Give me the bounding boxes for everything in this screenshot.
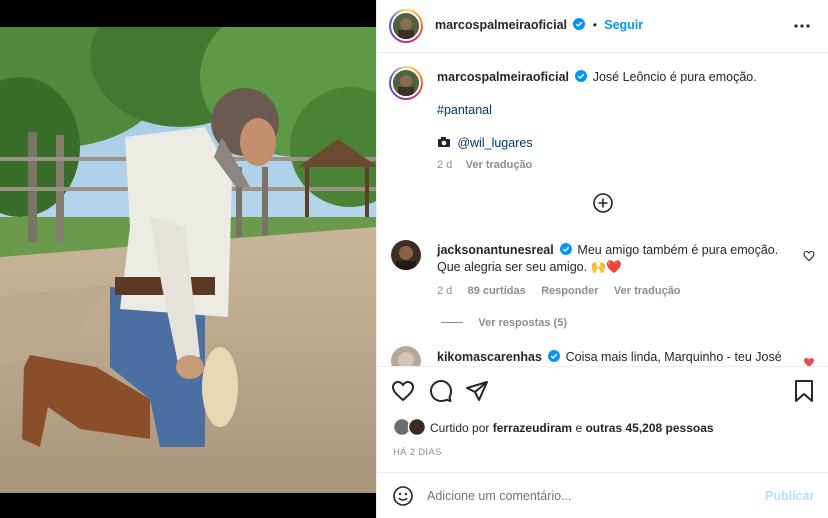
caption-username[interactable]: marcospalmeiraoficial — [437, 70, 569, 84]
emoji-button[interactable] — [393, 486, 413, 506]
post-photo[interactable] — [0, 27, 376, 493]
caption-meta: 2 d Ver tradução — [437, 157, 532, 171]
comment-like-button[interactable] — [803, 250, 815, 262]
verified-badge-icon — [548, 350, 561, 362]
credit-link[interactable]: @wil_lugares — [457, 136, 532, 150]
header-user: marcospalmeiraoficial • Seguir — [435, 18, 643, 32]
post-modal: marcospalmeiraoficial • Seguir marcospal… — [0, 0, 828, 518]
heart-outline-icon — [803, 250, 815, 262]
verified-badge-icon — [573, 18, 586, 30]
caption-line: marcospalmeiraoficial José Leôncio é pur… — [437, 70, 757, 84]
comment-text: Coisa mais linda, Marquinho - teu José — [565, 350, 782, 364]
reply-button[interactable]: Responder — [541, 285, 598, 297]
comment-button[interactable] — [429, 379, 453, 403]
paper-plane-icon — [466, 381, 488, 401]
header-username[interactable]: marcospalmeiraoficial — [435, 18, 567, 32]
caption-avatar[interactable] — [389, 66, 423, 100]
like-button[interactable] — [391, 379, 415, 403]
bookmark-icon — [795, 380, 813, 402]
liked-by-text: Curtido por ferrazeudiram e outras 45,20… — [430, 421, 714, 435]
comment-translate[interactable]: Ver tradução — [614, 285, 681, 297]
view-replies-label[interactable]: Ver respostas (5) — [478, 317, 567, 329]
heart-icon — [391, 380, 415, 402]
caption-translate[interactable]: Ver tradução — [466, 159, 533, 171]
caption-time[interactable]: 2 d — [437, 159, 452, 171]
post-timestamp[interactable]: HÁ 2 DIAS — [393, 447, 442, 458]
save-button[interactable] — [793, 379, 815, 403]
smiley-icon — [393, 486, 413, 506]
post-image — [0, 27, 376, 493]
action-bar: Curtido por ferrazeudiram e outras 45,20… — [377, 366, 828, 471]
replies-divider — [441, 322, 463, 324]
liked-by-avatars[interactable] — [392, 417, 427, 437]
camera-icon — [438, 137, 450, 147]
post-header: marcospalmeiraoficial • Seguir — [377, 0, 828, 53]
view-replies[interactable]: Ver respostas (5) — [441, 315, 567, 329]
comment-avatar[interactable] — [391, 346, 421, 366]
liked-by-others[interactable]: outras 45,208 pessoas — [585, 421, 713, 435]
more-options-icon[interactable] — [793, 18, 811, 34]
comment-text-cont: Que alegria ser seu amigo. 🙌❤️ — [437, 260, 622, 274]
comment-avatar[interactable] — [391, 240, 421, 270]
post-panel: marcospalmeiraoficial • Seguir marcospal… — [376, 0, 828, 518]
comment-meta: 2 d 89 curtidas Responder Ver tradução — [437, 283, 681, 297]
plus-circle-icon — [593, 193, 613, 213]
comment-text: Meu amigo também é pura emoção. — [577, 243, 779, 257]
avatar[interactable] — [389, 9, 423, 43]
comment-line-1: jacksonantunesreal Meu amigo também é pu… — [437, 243, 778, 257]
comments-area[interactable]: marcospalmeiraoficial José Leôncio é pur… — [377, 54, 828, 366]
verified-badge-icon — [575, 70, 588, 82]
liked-by-and: e — [575, 421, 583, 435]
comment-likes[interactable]: 89 curtidas — [468, 285, 526, 297]
liked-by-user[interactable]: ferrazeudiram — [493, 421, 572, 435]
liked-by-prefix: Curtido por — [430, 421, 490, 435]
verified-badge-icon — [560, 243, 573, 255]
publish-button[interactable]: Publicar — [765, 489, 814, 503]
load-more-comments-button[interactable] — [593, 193, 613, 213]
header-separator: • — [592, 18, 597, 32]
comment-line-2: kikomascarenhas Coisa mais linda, Marqui… — [437, 350, 782, 364]
comment-bubble-icon — [430, 380, 452, 402]
caption-text: José Leôncio é pura emoção. — [592, 70, 757, 84]
comment-input[interactable] — [427, 485, 747, 507]
comment-username[interactable]: jacksonantunesreal — [437, 243, 554, 257]
comment-time[interactable]: 2 d — [437, 285, 452, 297]
comment-form: Publicar — [377, 472, 828, 518]
photo-credit: @wil_lugares — [437, 136, 533, 150]
follow-button[interactable]: Seguir — [604, 18, 643, 32]
comment-username[interactable]: kikomascarenhas — [437, 350, 542, 364]
hashtag-link[interactable]: #pantanal — [437, 103, 492, 117]
share-button[interactable] — [465, 379, 489, 403]
comment-liked-icon[interactable] — [803, 356, 815, 366]
